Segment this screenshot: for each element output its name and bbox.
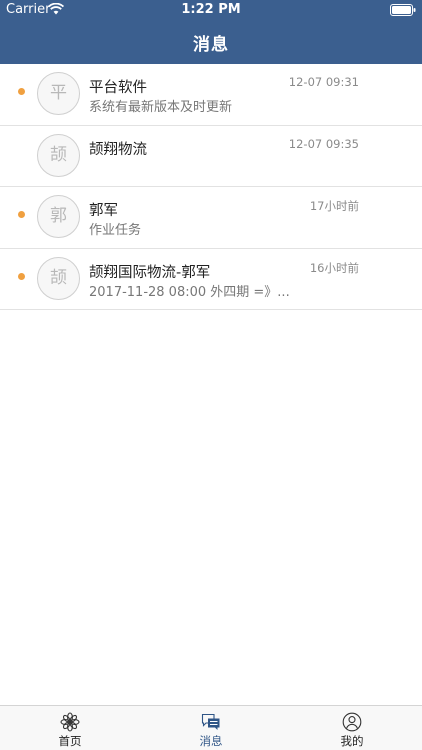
unread-dot xyxy=(18,272,25,280)
message-title: 颉翔国际物流-郭军 xyxy=(89,264,211,281)
message-time: 17小时前 xyxy=(309,199,359,213)
status-time: 1:22 PM xyxy=(181,2,241,17)
unread-dot xyxy=(18,211,25,218)
tab-label: 我的 xyxy=(340,734,364,748)
message-row[interactable]: 郭 郭军 作业任务 17小时前 xyxy=(0,187,422,249)
unread-dot xyxy=(18,88,25,95)
message-preview: 作业任务 xyxy=(89,223,142,238)
message-row[interactable]: 颉 颉翔国际物流-郭军 2017-11-28 08:00 外四期 =》... 1… xyxy=(0,249,422,310)
flower-icon xyxy=(60,712,80,732)
tab-label: 消息 xyxy=(199,734,223,748)
page-title: 消息 xyxy=(193,35,229,55)
message-row[interactable]: 颉 颉翔物流 12-07 09:35 xyxy=(0,126,422,187)
avatar: 郭 xyxy=(37,195,80,238)
tab-messages[interactable]: 消息 xyxy=(141,706,281,750)
message-list: 平 平台软件 系统有最新版本及时更新 12-07 09:31 颉 颉翔物流 12… xyxy=(0,64,422,310)
tab-profile[interactable]: 我的 xyxy=(282,706,422,750)
message-preview: 2017-11-28 08:00 外四期 =》... xyxy=(89,284,289,300)
tab-label: 首页 xyxy=(58,734,82,748)
tab-bar: 首页 消息 我的 xyxy=(0,705,422,750)
message-row[interactable]: 平 平台软件 系统有最新版本及时更新 12-07 09:31 xyxy=(0,64,422,126)
chat-icon xyxy=(201,713,220,730)
message-title: 颉翔物流 xyxy=(89,141,147,158)
tab-home[interactable]: 首页 xyxy=(0,706,140,750)
status-bar: Carrier 1:22 PM xyxy=(0,0,422,20)
message-time: 12-07 09:31 xyxy=(288,75,359,89)
nav-header: Carrier 1:22 PM 消息 xyxy=(0,0,422,64)
avatar: 颉 xyxy=(37,133,80,177)
message-title: 郭军 xyxy=(89,203,118,219)
avatar: 颉 xyxy=(37,256,80,300)
message-time: 16小时前 xyxy=(309,260,359,275)
user-icon xyxy=(342,712,362,732)
message-title: 平台软件 xyxy=(89,80,147,96)
avatar: 平 xyxy=(37,72,80,115)
message-time: 12-07 09:35 xyxy=(288,136,359,151)
battery-icon xyxy=(390,4,416,16)
message-preview: 系统有最新版本及时更新 xyxy=(89,100,233,115)
